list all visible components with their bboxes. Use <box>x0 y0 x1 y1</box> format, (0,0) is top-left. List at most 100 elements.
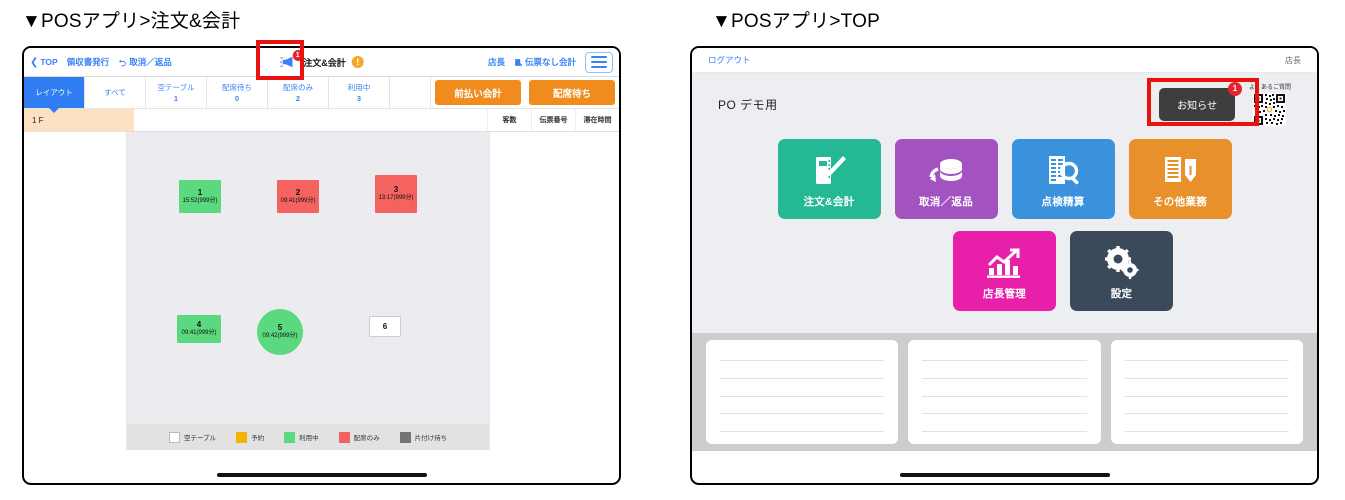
card-line <box>1124 360 1289 361</box>
info-card[interactable] <box>706 340 899 444</box>
card-line <box>922 431 1087 432</box>
order-pen-icon <box>810 150 848 192</box>
receipt-issue-label: 領収書発行 <box>66 57 110 67</box>
card-line <box>720 395 885 397</box>
tile-manager-admin[interactable]: 店長管理 <box>953 231 1056 311</box>
tab-in-use-count: 3 <box>356 94 362 103</box>
document-bookmark-icon <box>1161 150 1199 192</box>
map-legend: 空テーブル 予約 利用中 配席のみ 片付け待ち <box>127 424 489 450</box>
tile-inspection-settlement[interactable]: 点検精算 <box>1011 139 1115 219</box>
tile-order-checkout[interactable]: 注文&会計 <box>777 139 881 219</box>
right-panel: ▼POSアプリ>TOP ログアウト 店長 PO デモ用 お知らせ 1 よくあるご… <box>690 0 1345 500</box>
card-line <box>922 377 1087 379</box>
tab-empty-table-count: 1 <box>173 94 179 103</box>
card-line <box>922 395 1087 397</box>
coins-return-icon <box>926 150 966 192</box>
tab-all[interactable]: すべて <box>85 77 146 108</box>
tab-layout[interactable]: レイアウト <box>24 77 85 108</box>
order-detail-pane <box>489 132 619 450</box>
card-line <box>1124 377 1289 379</box>
legend-swatch-in-use <box>284 431 296 443</box>
card-line <box>1124 431 1289 432</box>
floor-map[interactable]: 1 15:52(999分) 2 09:41(999分) 3 13:17(999分… <box>127 132 489 450</box>
tile-inspection-settlement-label: 点検精算 <box>1041 195 1085 208</box>
floor-list-pane <box>24 132 127 450</box>
tab-waiting-seat[interactable]: 配席待ち 0 <box>207 77 268 108</box>
table-3[interactable]: 3 13:17(999分) <box>375 175 417 213</box>
card-line <box>922 413 1087 415</box>
tab-in-use[interactable]: 利用中 3 <box>329 77 390 108</box>
floor-label[interactable]: 1 F <box>24 109 134 131</box>
table-4-detail: 09:41(999分) <box>181 330 217 337</box>
legend-label-empty: 空テーブル <box>183 435 217 442</box>
table-6[interactable]: 6 <box>369 316 401 337</box>
table-6-number: 6 <box>382 321 388 331</box>
warning-icon[interactable]: ! <box>351 56 364 68</box>
tile-settings-label: 設定 <box>1110 287 1133 300</box>
tab-waiting-seat-label: 配席待ち <box>222 83 252 92</box>
logout-button[interactable]: ログアウト <box>708 54 751 66</box>
legend-swatch-reserved <box>236 431 248 443</box>
tab-empty-table[interactable]: 空テーブル 1 <box>146 77 207 108</box>
table-4[interactable]: 4 09:41(999分) <box>177 315 221 343</box>
back-to-top-button[interactable]: ❮ TOP <box>30 57 58 68</box>
info-card[interactable] <box>908 340 1101 444</box>
slip-icon <box>515 58 523 66</box>
table-1-number: 1 <box>197 187 203 197</box>
column-header-guests: 客数 <box>487 109 531 131</box>
caption-right: ▼POSアプリ>TOP <box>712 11 880 32</box>
table-5[interactable]: 5 09:42(999分) <box>257 309 303 355</box>
highlight-box-megaphone <box>256 40 304 80</box>
top-screen-topbar: ログアウト 店長 <box>692 48 1317 73</box>
cancel-return-button[interactable]: 取消／返品 <box>118 56 172 68</box>
prepaid-checkout-button[interactable]: 前払い会計 <box>435 80 521 105</box>
no-slip-checkout-button[interactable]: 伝票なし会計 <box>514 56 576 68</box>
tile-order-checkout-label: 注文&会計 <box>803 195 855 208</box>
legend-item-cleanup: 片付け待ち <box>399 431 447 443</box>
legend-item-in-use: 利用中 <box>284 431 319 443</box>
column-header-stay-time: 滞在時間 <box>575 109 619 131</box>
order-column-header: 1 F 客数 伝票番号 滞在時間 <box>24 109 619 132</box>
tile-cancel-return-label: 取消／返品 <box>919 195 973 208</box>
card-line <box>720 360 885 361</box>
growth-chart-icon <box>985 242 1025 284</box>
tab-empty-table-label: 空テーブル <box>157 83 195 92</box>
tile-other-tasks[interactable]: その他業務 <box>1128 139 1232 219</box>
tile-row-secondary: 店長管理 設定 <box>692 231 1317 311</box>
card-line <box>720 413 885 415</box>
bottom-card-strip <box>692 333 1317 451</box>
table-1-detail: 15:52(999分) <box>182 197 218 204</box>
hamburger-bar <box>591 56 607 59</box>
tab-all-label: すべて <box>104 88 126 97</box>
tab-seated-only-label: 配席のみ <box>283 83 313 92</box>
card-line <box>1124 413 1289 415</box>
tab-seated-only[interactable]: 配席のみ 2 <box>268 77 329 108</box>
top-screen-menu: 注文&会計 取消／返品 点検精算 その他業務 店長管理 設定 <box>692 135 1317 333</box>
cancel-return-label: 取消／返品 <box>129 57 172 67</box>
hamburger-bar <box>591 60 607 64</box>
info-card[interactable] <box>1110 340 1303 444</box>
table-2-detail: 09:41(999分) <box>280 197 316 204</box>
table-1[interactable]: 1 15:52(999分) <box>179 180 221 213</box>
tab-seated-only-count: 2 <box>295 94 301 103</box>
table-2-number: 2 <box>295 187 301 197</box>
receipt-issue-button[interactable]: 領収書発行 <box>67 56 110 68</box>
tile-cancel-return[interactable]: 取消／返品 <box>894 139 998 219</box>
table-5-detail: 09:42(999分) <box>262 333 298 340</box>
legend-label-in-use: 利用中 <box>299 435 319 442</box>
order-topbar: ❮ TOP 領収書発行 取消／返品 1 注文&会計 ! 店長 伝票なし会計 <box>24 48 619 77</box>
tile-manager-admin-label: 店長管理 <box>982 287 1027 300</box>
manager-label: 店長 <box>487 57 505 67</box>
order-topbar-left-nav: ❮ TOP 領収書発行 取消／返品 <box>30 56 172 68</box>
hamburger-bar <box>591 65 607 68</box>
seat-waiting-button[interactable]: 配席待ち <box>529 80 615 105</box>
table-3-number: 3 <box>393 185 399 195</box>
order-topbar-right-nav: 店長 伝票なし会計 <box>487 51 613 73</box>
table-2[interactable]: 2 09:41(999分) <box>277 180 319 213</box>
tile-other-tasks-label: その他業務 <box>1153 195 1207 208</box>
receipt-search-icon <box>1044 150 1082 192</box>
tabbar-spacer <box>390 77 431 108</box>
no-slip-checkout-label: 伝票なし会計 <box>524 57 576 67</box>
hamburger-menu-button[interactable] <box>585 51 613 73</box>
tile-settings[interactable]: 設定 <box>1070 231 1173 311</box>
